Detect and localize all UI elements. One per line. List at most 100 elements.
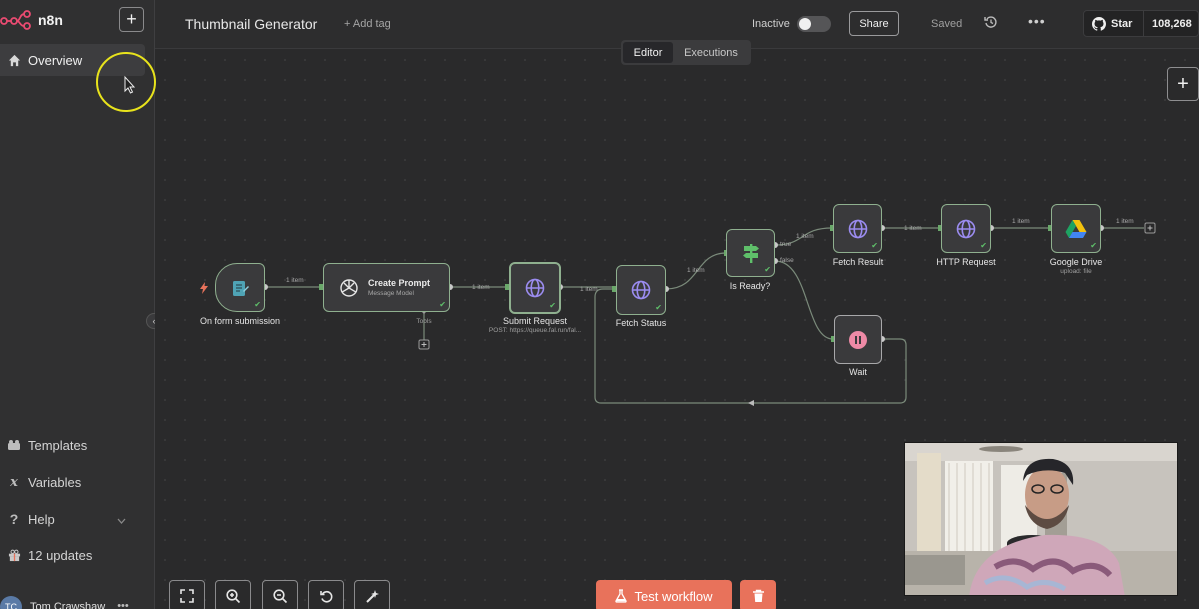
edge-label: 1 item bbox=[1012, 218, 1030, 225]
github-star-count: 108,268 bbox=[1152, 17, 1192, 30]
flask-icon bbox=[615, 589, 628, 603]
variables-icon: x bbox=[10, 474, 18, 490]
form-icon bbox=[233, 280, 249, 296]
gift-icon bbox=[0, 549, 28, 562]
undo-icon bbox=[319, 590, 332, 602]
activation-status-label: Inactive bbox=[752, 18, 790, 30]
github-star-label: Star bbox=[1111, 17, 1133, 30]
share-button[interactable]: Share bbox=[849, 11, 899, 36]
node-fetch-status[interactable]: ✔ bbox=[616, 265, 666, 315]
add-node-button[interactable]: + bbox=[1167, 67, 1199, 101]
tidy-up-button[interactable] bbox=[354, 580, 390, 609]
trash-icon bbox=[752, 589, 764, 602]
edge-label: 1 item bbox=[472, 284, 490, 291]
node-on-form-submission[interactable]: ✔ bbox=[215, 263, 265, 312]
sidebar-item-help[interactable]: ? Help bbox=[0, 503, 145, 535]
n8n-logo-icon bbox=[0, 10, 31, 30]
brand-name: n8n bbox=[38, 12, 63, 28]
brand[interactable]: n8n bbox=[0, 8, 63, 32]
zoom-in-button[interactable] bbox=[215, 580, 251, 609]
activation-toggle[interactable] bbox=[797, 16, 831, 32]
success-check-icon: ✔ bbox=[549, 301, 556, 310]
add-workflow-button[interactable]: + bbox=[119, 7, 144, 32]
trigger-bolt-icon bbox=[200, 281, 208, 299]
node-is-ready[interactable]: ✔ bbox=[726, 229, 775, 277]
edge-label: 1 item bbox=[1116, 218, 1134, 225]
test-workflow-button[interactable]: Test workflow bbox=[596, 580, 732, 609]
edge-label: 1 item bbox=[580, 286, 598, 293]
node-title: Create Prompt bbox=[368, 278, 431, 288]
sidebar-item-updates[interactable]: 12 updates bbox=[0, 539, 145, 571]
node-fetch-result[interactable]: ✔ bbox=[833, 204, 882, 253]
globe-icon bbox=[848, 219, 867, 238]
webcam-video bbox=[904, 442, 1178, 596]
avatar: TC bbox=[0, 595, 22, 609]
plus-icon: + bbox=[1177, 72, 1189, 95]
editor-tabs: Editor Executions bbox=[621, 40, 751, 65]
node-subtitle: Message Model bbox=[368, 290, 414, 297]
saved-status: Saved bbox=[931, 18, 963, 30]
node-subtitle: upload: file bbox=[1060, 268, 1092, 275]
plus-icon: + bbox=[126, 9, 137, 29]
sidebar-item-overview[interactable]: Overview bbox=[0, 44, 145, 76]
github-icon bbox=[1092, 16, 1106, 31]
node-http-request[interactable]: ✔ bbox=[941, 204, 991, 253]
sidebar-item-label: Help bbox=[28, 511, 55, 527]
success-check-icon: ✔ bbox=[254, 300, 261, 309]
node-label: On form submission bbox=[199, 316, 281, 326]
help-icon: ? bbox=[9, 511, 19, 527]
edge-label: 1 item bbox=[286, 277, 304, 284]
success-check-icon: ✔ bbox=[655, 303, 662, 312]
tab-executions[interactable]: Executions bbox=[673, 42, 749, 63]
templates-icon bbox=[0, 439, 28, 451]
node-label: HTTP Request bbox=[936, 257, 996, 267]
edge-label-true: true bbox=[780, 241, 792, 248]
webcam-image bbox=[905, 443, 1177, 595]
more-options-icon[interactable]: ••• bbox=[1028, 13, 1046, 29]
success-check-icon: ✔ bbox=[980, 241, 987, 250]
fit-view-icon bbox=[180, 589, 194, 603]
edge-label: 1 item bbox=[687, 267, 705, 274]
success-check-icon: ✔ bbox=[764, 265, 771, 274]
sidebar-item-templates[interactable]: Templates bbox=[0, 429, 145, 461]
user-menu[interactable]: TC Tom Crawshaw ••• bbox=[0, 590, 155, 609]
add-tag-button[interactable]: + Add tag bbox=[344, 18, 391, 30]
github-star-button[interactable]: Star 108,268 bbox=[1083, 10, 1199, 37]
zoom-in-icon bbox=[225, 588, 240, 603]
n8n-editor: n8n + Overview Templates x Variables ? H… bbox=[0, 0, 1199, 609]
tab-editor[interactable]: Editor bbox=[623, 42, 673, 63]
node-submit-request[interactable]: ✔ bbox=[509, 262, 561, 314]
node-label: Is Ready? bbox=[729, 281, 771, 291]
signpost-icon bbox=[742, 244, 759, 263]
node-label: Submit Request bbox=[502, 316, 568, 326]
zoom-out-icon bbox=[272, 588, 287, 603]
more-horizontal-icon[interactable]: ••• bbox=[117, 600, 129, 609]
history-icon[interactable] bbox=[984, 15, 998, 34]
success-check-icon: ✔ bbox=[1090, 241, 1097, 250]
node-label: Fetch Status bbox=[615, 318, 667, 328]
zoom-out-button[interactable] bbox=[262, 580, 298, 609]
fit-view-button[interactable] bbox=[169, 580, 205, 609]
delete-button[interactable] bbox=[740, 580, 776, 609]
chevron-down-icon bbox=[117, 512, 126, 527]
reset-zoom-button[interactable] bbox=[308, 580, 344, 609]
test-workflow-label: Test workflow bbox=[634, 588, 713, 604]
sidebar-item-variables[interactable]: x Variables bbox=[0, 466, 145, 498]
node-label: Wait bbox=[849, 367, 867, 377]
user-name: Tom Crawshaw bbox=[30, 600, 106, 609]
pause-icon bbox=[849, 330, 867, 349]
openai-icon bbox=[340, 278, 358, 297]
home-icon bbox=[0, 54, 28, 67]
node-wait[interactable] bbox=[834, 315, 882, 364]
edge-label: 1 item bbox=[796, 233, 814, 240]
sidebar-item-label: Overview bbox=[28, 52, 83, 68]
node-label: Google Drive bbox=[1049, 257, 1103, 267]
success-check-icon: ✔ bbox=[439, 300, 446, 309]
node-subtitle: POST: https://queue.fal.run/fal... bbox=[488, 327, 582, 334]
sidebar: n8n + Overview Templates x Variables ? H… bbox=[0, 0, 162, 609]
workflow-title[interactable]: Thumbnail Generator bbox=[185, 16, 317, 32]
sidebar-item-label: Templates bbox=[28, 437, 88, 453]
node-google-drive[interactable]: ✔ bbox=[1051, 204, 1101, 253]
node-create-prompt[interactable]: Create Prompt Message Model ✔ bbox=[323, 263, 450, 312]
globe-icon bbox=[631, 280, 651, 300]
